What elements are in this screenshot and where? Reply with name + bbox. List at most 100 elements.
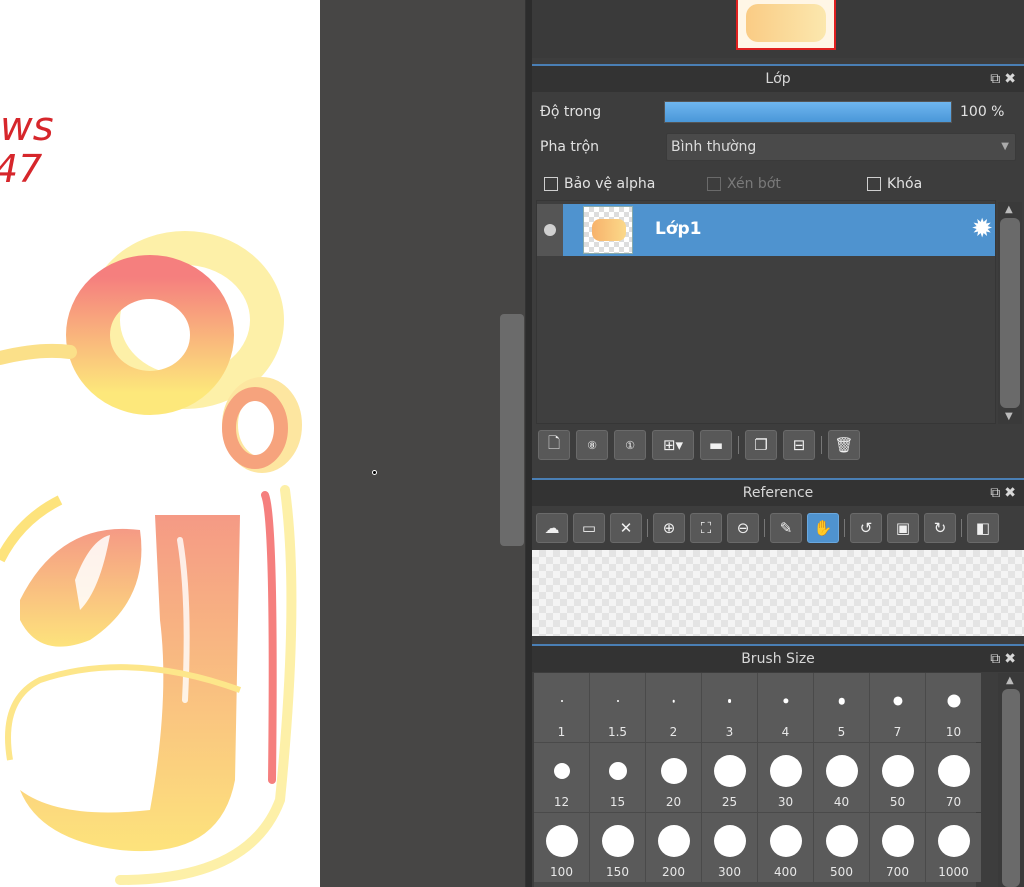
clipping-checkbox: Xén bớt (707, 174, 781, 194)
open-file-button[interactable]: ▭ (573, 513, 605, 543)
add-layer-dropdown-button[interactable]: ⊞▾ (652, 430, 694, 460)
layer-list-scroll-thumb[interactable] (1000, 218, 1020, 408)
brush-size-preset[interactable]: 100 (534, 813, 589, 882)
new-folder-button[interactable]: ▬ (700, 430, 732, 460)
brush-size-preset[interactable]: 4 (758, 673, 813, 742)
canvas-scrollbar-thumb[interactable] (500, 314, 524, 546)
brush-size-scroll-thumb[interactable] (1002, 689, 1020, 887)
brush-size-preset[interactable]: 40 (814, 743, 869, 812)
new-1bit-layer-button[interactable]: ① (614, 430, 646, 460)
layer-list-scrollbar[interactable]: ▲ ▼ (998, 202, 1022, 424)
brush-size-preset[interactable]: 70 (926, 743, 981, 812)
brush-size-preset[interactable]: 15 (590, 743, 645, 812)
brush-size-preset[interactable]: 1000 (926, 813, 981, 882)
brush-dot-icon (727, 699, 732, 703)
brush-size-preset[interactable]: 1 (534, 673, 589, 742)
brush-size-preset[interactable]: 30 (758, 743, 813, 812)
brush-size-label: 50 (889, 795, 906, 809)
brush-size-grid: 1 1.5 2 3 4 5 7 10 12 15 20 25 30 40 50 70 100 150 200 300 4… (534, 673, 981, 887)
new-8bit-layer-button[interactable]: ⑧ (576, 430, 608, 460)
close-icon[interactable]: ✖ (1004, 651, 1020, 667)
gear-icon[interactable]: ✹ (971, 216, 993, 242)
layer-row[interactable]: Lớp1 ✹ (537, 204, 995, 256)
brush-size-preset[interactable]: 25 (702, 743, 757, 812)
toolbar-separator (738, 436, 739, 454)
brush-size-preset[interactable]: 500 (814, 813, 869, 882)
brush-size-preset[interactable]: 400 (758, 813, 813, 882)
add-layer-icon: ⊞▾ (662, 436, 684, 454)
close-reference-button[interactable]: ✕ (610, 513, 642, 543)
chevron-down-icon: ▼ (1001, 141, 1009, 152)
brush-size-preset[interactable]: 700 (870, 813, 925, 882)
opacity-label: Độ trong (540, 104, 602, 120)
brush-size-preset[interactable]: 5 (814, 673, 869, 742)
brush-size-preset[interactable]: 12 (534, 743, 589, 812)
eyedropper-button[interactable]: ✎ (770, 513, 802, 543)
brush-size-preset[interactable]: 50 (870, 743, 925, 812)
merge-layer-button[interactable]: ⊟ (783, 430, 815, 460)
rotate-left-icon: ↺ (859, 519, 873, 537)
opacity-slider[interactable] (664, 101, 952, 123)
alpha-protect-label: Bảo vệ alpha (564, 176, 656, 192)
brush-size-label: 1 (557, 725, 566, 739)
brush-size-preset[interactable]: 300 (702, 813, 757, 882)
scroll-up-icon[interactable]: ▲ (1006, 675, 1014, 686)
brush-size-label: 700 (886, 865, 909, 879)
brush-size-label: 300 (718, 865, 741, 879)
brush-dot-icon (782, 698, 789, 704)
brush-size-preset[interactable]: 200 (646, 813, 701, 882)
hand-icon: ✋ (813, 519, 833, 537)
brush-size-preset[interactable]: 3 (702, 673, 757, 742)
brush-size-preset[interactable]: 10 (926, 673, 981, 742)
actual-size-button[interactable]: ▣ (887, 513, 919, 543)
lock-label: Khóa (887, 176, 923, 192)
brush-size-preset[interactable]: 150 (590, 813, 645, 882)
rotate-left-button[interactable]: ↺ (850, 513, 882, 543)
brush-size-label: 10 (945, 725, 962, 739)
blend-mode-select[interactable]: Bình thường ▼ (666, 133, 1016, 161)
brush-size-preset[interactable]: 2 (646, 673, 701, 742)
brush-size-preset[interactable]: 20 (646, 743, 701, 812)
brush-size-label: 1.5 (607, 725, 628, 739)
opacity-slider-fill (665, 102, 951, 122)
navigator-preview[interactable] (736, 0, 836, 50)
brush-size-scrollbar[interactable]: ▲ (998, 673, 1024, 887)
load-from-cloud-button[interactable]: ☁ (536, 513, 568, 543)
undock-icon[interactable]: ⧉ (990, 485, 1004, 501)
rotate-right-button[interactable]: ↻ (924, 513, 956, 543)
brush-dot-icon (601, 825, 634, 857)
delete-layer-button[interactable]: 🗑 (828, 430, 860, 460)
undock-icon[interactable]: ⧉ (990, 651, 1004, 667)
hand-tool-button[interactable]: ✋ (807, 513, 839, 543)
brush-size-label: 25 (721, 795, 738, 809)
scroll-down-icon[interactable]: ▼ (1005, 411, 1013, 422)
scroll-up-icon[interactable]: ▲ (1005, 204, 1013, 215)
alpha-protect-checkbox[interactable]: Bảo vệ alpha (544, 174, 655, 194)
brush-dot-icon (947, 694, 960, 708)
layer-8-icon: ⑧ (587, 438, 597, 452)
brush-dot-icon (713, 755, 746, 787)
close-icon[interactable]: ✖ (1004, 71, 1020, 87)
brush-dot-icon (937, 825, 970, 857)
toolbar-separator (764, 519, 765, 537)
clipping-label: Xén bớt (727, 176, 781, 192)
zoom-out-button[interactable]: ⊖ (727, 513, 759, 543)
drawing-canvas[interactable]: ws 47 (0, 0, 320, 887)
lock-checkbox[interactable]: Khóa (867, 174, 922, 194)
actual-size-icon: ▣ (895, 519, 911, 537)
reference-view[interactable] (532, 550, 1024, 636)
undock-icon[interactable]: ⧉ (990, 71, 1004, 87)
fit-view-button[interactable]: ⛶ (690, 513, 722, 543)
handwriting-line-1: ws (0, 104, 54, 150)
new-layer-button[interactable]: 🗋 (538, 430, 570, 460)
flip-button[interactable]: ◧ (967, 513, 999, 543)
blend-mode-label: Pha trộn (540, 139, 600, 155)
layer-visibility-toggle[interactable] (537, 204, 563, 256)
duplicate-layer-button[interactable]: ❐ (745, 430, 777, 460)
zoom-in-button[interactable]: ⊕ (653, 513, 685, 543)
brush-dot-icon (660, 758, 687, 784)
brush-size-preset[interactable]: 7 (870, 673, 925, 742)
close-icon[interactable]: ✖ (1004, 485, 1020, 501)
brush-size-preset[interactable]: 1.5 (590, 673, 645, 742)
brush-size-label: 400 (774, 865, 797, 879)
